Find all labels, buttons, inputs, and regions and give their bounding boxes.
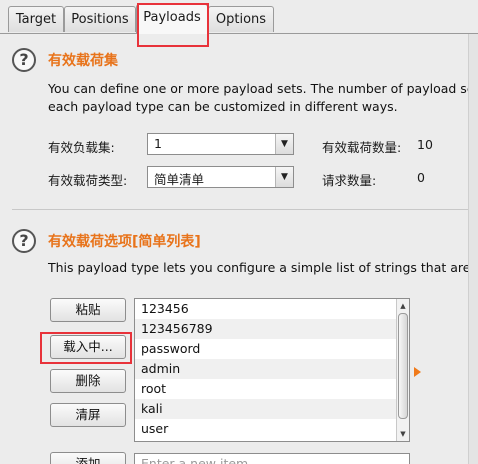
list-item[interactable]: admin xyxy=(135,359,409,379)
page-scrollbar[interactable] xyxy=(468,34,478,464)
tab-positions[interactable]: Positions xyxy=(64,6,136,32)
tab-bar: Target Positions Payloads Options xyxy=(0,0,478,34)
add-button[interactable]: 添加 xyxy=(50,452,126,464)
help-icon[interactable]: ? xyxy=(12,229,36,253)
list-item[interactable]: user xyxy=(135,419,409,439)
list-item[interactable]: kali xyxy=(135,399,409,419)
payload-set-value: 1 xyxy=(154,136,162,151)
expand-arrow-icon[interactable] xyxy=(414,367,421,377)
add-item-placeholder: Enter a new item xyxy=(141,456,249,464)
payload-set-label: 有效负载集: xyxy=(48,140,115,155)
tab-options[interactable]: Options xyxy=(208,6,274,32)
payload-count-value: 10 xyxy=(417,137,433,152)
payload-type-value: 简单清单 xyxy=(154,172,205,187)
request-count-label: 请求数量: xyxy=(322,173,377,188)
add-item-input[interactable]: Enter a new item xyxy=(134,453,410,464)
payload-sets-title: 有效载荷集 xyxy=(48,53,118,69)
list-item[interactable]: password xyxy=(135,339,409,359)
payload-count-label: 有效载荷数量: xyxy=(322,140,402,155)
scroll-down-icon[interactable]: ▼ xyxy=(397,428,409,440)
payload-options-title: 有效载荷选项[简单列表] xyxy=(48,234,201,250)
payload-set-dropdown[interactable]: 1 ▼ xyxy=(147,133,294,155)
list-scrollbar[interactable]: ▲ ▼ xyxy=(396,299,409,441)
scroll-thumb[interactable] xyxy=(398,313,408,419)
scroll-up-icon[interactable]: ▲ xyxy=(397,300,409,312)
payloads-tab-highlight xyxy=(137,3,209,47)
chevron-down-icon: ▼ xyxy=(275,167,293,187)
payloads-panel: ? 有效载荷集 You can define one or more paylo… xyxy=(0,34,478,464)
paste-button[interactable]: 粘贴 xyxy=(50,298,126,322)
load-button-highlight xyxy=(40,332,132,364)
help-icon[interactable]: ? xyxy=(12,48,36,72)
payload-options-description: This payload type lets you configure a s… xyxy=(48,260,478,275)
payload-type-dropdown[interactable]: 简单清单 ▼ xyxy=(147,166,294,188)
section-divider xyxy=(12,209,468,210)
payload-list[interactable]: 123456 123456789 password admin root kal… xyxy=(134,298,410,442)
payload-sets-description-2: each payload type can be customized in d… xyxy=(48,99,398,114)
request-count-value: 0 xyxy=(417,170,425,185)
remove-button[interactable]: 删除 xyxy=(50,369,126,393)
tab-target[interactable]: Target xyxy=(8,6,64,32)
list-item[interactable]: 123456 xyxy=(135,299,409,319)
clear-button[interactable]: 清屏 xyxy=(50,403,126,427)
list-item[interactable]: root xyxy=(135,379,409,399)
payload-type-label: 有效载荷类型: xyxy=(48,173,128,188)
list-item[interactable]: 123456789 xyxy=(135,319,409,339)
chevron-down-icon: ▼ xyxy=(275,134,293,154)
